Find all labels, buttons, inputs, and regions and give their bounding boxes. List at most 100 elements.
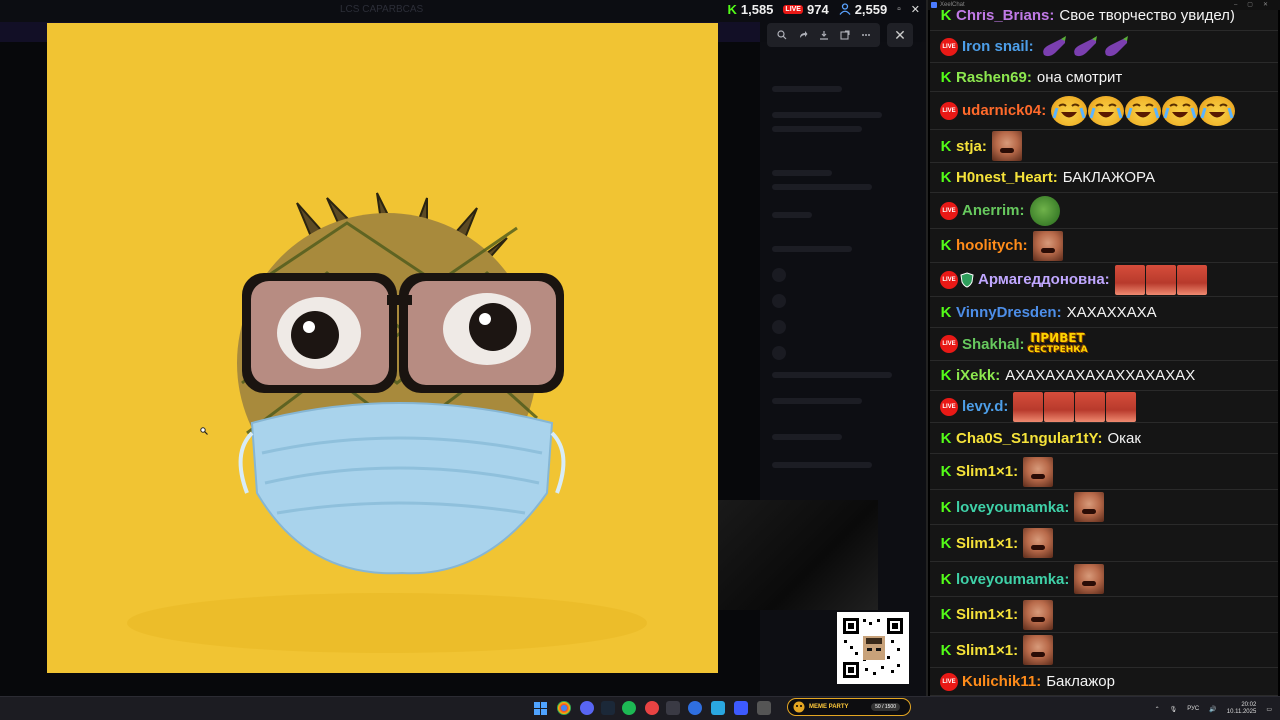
chat-message: K Slim1×1:	[930, 525, 1278, 562]
notification-icon[interactable]: ▭	[1266, 706, 1272, 713]
chat-username[interactable]: Kulichik11:	[962, 673, 1041, 690]
kick-viewers-stat: K 1,585	[727, 2, 773, 17]
chat-username[interactable]: VinnyDresden:	[956, 304, 1062, 321]
chat-username[interactable]: stja:	[956, 138, 987, 155]
window-controls[interactable]: –▢✕	[1234, 1, 1278, 8]
steam-icon[interactable]	[601, 701, 615, 715]
kick-badge-icon: K	[940, 169, 952, 186]
share-icon[interactable]	[796, 28, 810, 42]
discord-icon[interactable]	[580, 701, 594, 715]
chat-message-text: Баклажор	[1046, 673, 1115, 690]
chat-username[interactable]: Iron snail:	[962, 38, 1034, 55]
face-emote-icon	[1023, 528, 1054, 558]
face-emote-icon	[991, 131, 1022, 161]
face-emote-icon	[1074, 564, 1105, 594]
chat-username[interactable]: udarnick04:	[962, 102, 1046, 119]
stream-area: LCS CAPARBCAS ✕ K 1,585 LIVE 974 2,559 ▫…	[0, 0, 926, 696]
face-emote-icon	[1023, 456, 1054, 487]
chat-message: K Slim1×1:	[930, 597, 1278, 633]
taskbar: MEME PARTY 50 / 1500 ⌃ 🎙 РУС 🔊 20:02 10.…	[0, 696, 1280, 720]
live-badge-icon: LIVE	[940, 397, 958, 416]
zoom-in-icon[interactable]	[775, 28, 789, 42]
chat-username[interactable]: Армагеддоновна:	[978, 271, 1110, 288]
meme-party-widget: MEME PARTY 50 / 1500	[787, 698, 911, 716]
chat-username[interactable]: H0nest_Heart:	[956, 169, 1058, 186]
app-icon-blue[interactable]	[734, 701, 748, 715]
chat-username[interactable]: Slim1×1:	[956, 463, 1018, 480]
chat-message: LIVE Iron snail:	[930, 31, 1278, 63]
live-badge-icon: LIVE	[940, 201, 958, 220]
close-viewer-button[interactable]: ✕	[887, 23, 913, 47]
kick-badge-icon: K	[940, 534, 952, 552]
chat-message: LIVE Армагеддоновна:	[930, 263, 1278, 297]
chat-username[interactable]: Cha0S_S1ngular1tY:	[956, 430, 1102, 447]
live-viewers-stat: LIVE 974	[783, 1, 829, 17]
live-badge-icon: LIVE	[940, 101, 958, 120]
chat-message: Kloveyoumamka:	[930, 490, 1278, 525]
close-icon[interactable]: ✕	[911, 3, 920, 16]
meme-party-title: MEME PARTY	[809, 704, 849, 710]
chat-username[interactable]: loveyoumamka:	[956, 499, 1069, 516]
dog-face-icon	[793, 701, 805, 713]
chat-message: LIVE udarnick04:	[930, 92, 1278, 130]
obs-icon[interactable]	[666, 701, 680, 715]
chat-username[interactable]: Slim1×1:	[956, 535, 1018, 552]
speaker-icon[interactable]: 🔊	[1209, 706, 1216, 713]
person-icon	[839, 3, 851, 15]
crying-laughing-emote-icon	[1125, 95, 1162, 126]
clock-time: 20:02	[1241, 702, 1257, 708]
crying-laughing-emote-icon	[1051, 95, 1088, 126]
open-external-icon[interactable]	[838, 28, 852, 42]
chat-message: LIVE Anerrim:	[930, 193, 1278, 229]
chrome-icon[interactable]	[557, 701, 571, 715]
chevron-up-icon[interactable]: ⌃	[1155, 706, 1160, 713]
chat-username[interactable]: Shakhal:	[962, 336, 1025, 353]
live-badge-icon: LIVE	[783, 4, 803, 14]
chat-username[interactable]: hoolitych:	[956, 237, 1028, 254]
more-icon[interactable]	[859, 28, 873, 42]
laughing-face-emote-icon	[1075, 391, 1106, 422]
app-icon-grey[interactable]	[757, 701, 771, 715]
laughing-face-emote-icon	[1114, 264, 1145, 295]
chat-app-name: XeelChat	[940, 2, 965, 8]
chat-message: K H0nest_Heart: БАКЛАЖОРА	[930, 163, 1278, 193]
chat-panel: K Chris_Brians: Свое творчество увидел) LIV…	[926, 0, 1280, 696]
clock[interactable]: 20:02 10.11.2025	[1227, 702, 1257, 716]
face-emote-icon	[1023, 635, 1054, 665]
chat-username[interactable]: iXekk:	[956, 367, 1000, 384]
media-icon[interactable]	[688, 701, 702, 715]
image-viewer-toolbar	[767, 23, 880, 47]
chat-username[interactable]: Rashen69:	[956, 69, 1032, 86]
telegram-icon[interactable]	[711, 701, 725, 715]
minimize-icon[interactable]: ▫	[897, 4, 901, 15]
chat-username[interactable]: loveyoumamka:	[956, 571, 1069, 588]
chat-message-text: АХАХАХАХАХАХХАХАХАХ	[1005, 367, 1196, 384]
live-badge-icon: LIVE	[940, 37, 958, 56]
chat-username[interactable]: Anerrim:	[962, 202, 1025, 219]
emote-text-line: ПРИВЕТ	[1030, 331, 1085, 345]
privet-sestrenka-emote: ПРИВЕТ СЕСТРЕНКА	[1027, 329, 1087, 359]
kick-badge-icon: K	[940, 68, 952, 86]
live-badge-icon: LIVE	[940, 672, 958, 691]
live-viewers-count: 974	[806, 1, 829, 17]
app-icon-red[interactable]	[645, 701, 659, 715]
windows-start-icon[interactable]	[534, 702, 547, 715]
download-icon[interactable]	[817, 28, 831, 42]
laughing-face-emote-icon	[1145, 264, 1176, 295]
spotify-icon[interactable]	[622, 701, 636, 715]
chat-message: LIVE Shakhal: ПРИВЕТ СЕСТРЕНКА	[930, 328, 1278, 361]
chat-message-text: БАКЛАЖОРА	[1062, 169, 1156, 186]
live-badge-icon: LIVE	[940, 270, 958, 289]
chat-username[interactable]: levy.d:	[962, 398, 1008, 415]
microphone-icon[interactable]: 🎙	[1170, 706, 1178, 713]
kick-viewers-count: 1,585	[740, 1, 774, 17]
chat-username[interactable]: Slim1×1:	[956, 642, 1018, 659]
eggplant-emote-icon	[1101, 35, 1131, 59]
chat-message: Kstja:	[930, 130, 1278, 163]
laughing-face-emote-icon	[1176, 264, 1207, 295]
kick-badge-icon: K	[940, 463, 952, 480]
chat-username[interactable]: Slim1×1:	[956, 606, 1018, 623]
qr-code	[837, 612, 909, 684]
crying-laughing-emote-icon	[1088, 95, 1125, 126]
language-indicator[interactable]: РУС	[1187, 706, 1199, 712]
